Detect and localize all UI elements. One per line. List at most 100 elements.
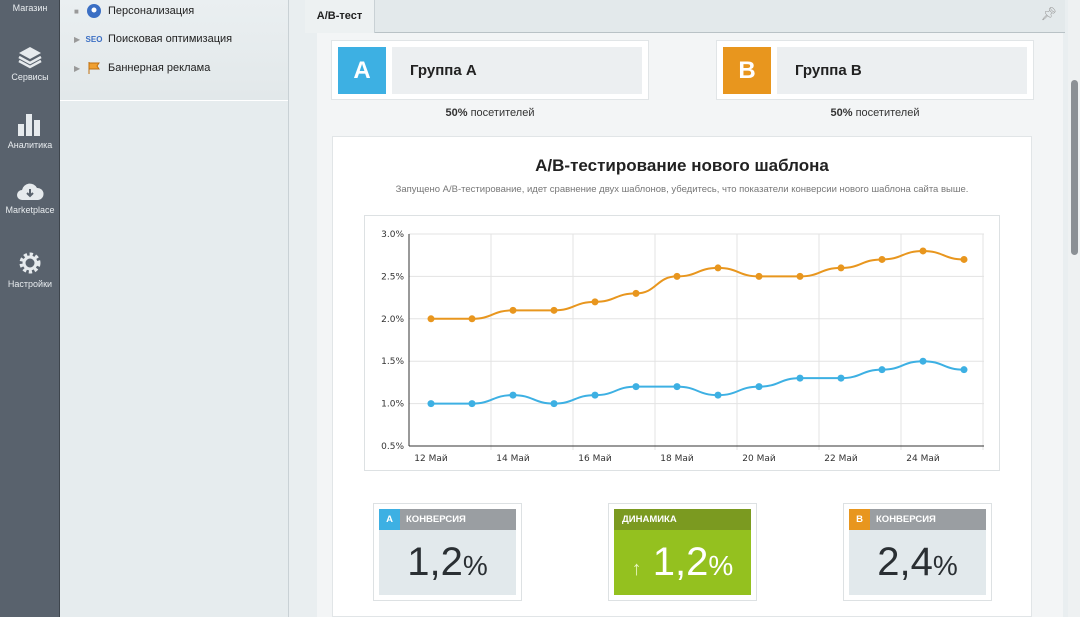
value-unit: % xyxy=(932,550,958,581)
card-title: ДИНАМИКА xyxy=(622,514,677,525)
data-point-A xyxy=(837,374,845,382)
value-unit: % xyxy=(462,550,488,581)
cloud-download-icon xyxy=(17,183,44,200)
nav-store[interactable]: Магазин xyxy=(0,3,60,13)
data-point-B xyxy=(427,315,435,323)
x-tick-label: 12 Май xyxy=(414,454,448,464)
data-point-A xyxy=(796,374,804,382)
chart-subtitle: Запущено А/В-тестирование, идет сравнени… xyxy=(395,184,969,195)
x-tick-label: 14 Май xyxy=(496,454,530,464)
menu-label: Поисковая оптимизация xyxy=(108,33,233,45)
card-title: КОНВЕРСИЯ xyxy=(876,514,936,525)
data-point-B xyxy=(878,255,886,263)
line-chart: 0.5% 1.0% 1.5% 2.0% 2.5% 3.0% 12 Май 14 Май 16 М… xyxy=(381,230,984,464)
analytics-label: Аналитика xyxy=(7,140,53,150)
share-value: 50% xyxy=(445,107,468,119)
data-point-A xyxy=(878,366,886,374)
seo-icon: SEO xyxy=(85,34,103,44)
data-point-A xyxy=(591,391,599,399)
arrow-up-icon: ↑ xyxy=(631,558,642,580)
data-point-B xyxy=(755,272,763,280)
x-tick-label: 18 Май xyxy=(660,454,694,464)
store-label: Магазин xyxy=(12,3,48,13)
menu-label: Баннерная реклама xyxy=(108,62,211,74)
group-b-badge: B xyxy=(723,47,771,94)
data-point-A xyxy=(673,383,681,391)
data-point-A xyxy=(714,391,722,399)
group-a-share: 50% посетителей xyxy=(331,107,649,119)
y-tick-label: 1.5% xyxy=(381,357,404,367)
tab-ab-test[interactable]: А/В-тест xyxy=(305,0,375,33)
y-tick-label: 2.5% xyxy=(381,272,404,282)
data-point-A xyxy=(919,357,927,365)
data-point-A xyxy=(427,400,435,408)
x-tick-label: 16 Май xyxy=(578,454,612,464)
value-number: 1,2 xyxy=(652,540,709,584)
share-text: посетителей xyxy=(852,107,920,119)
chart-box: 0.5% 1.0% 1.5% 2.0% 2.5% 3.0% 12 Май 14 Май 16 М… xyxy=(364,215,1000,471)
nav-services[interactable]: Сервисы xyxy=(0,45,60,82)
data-point-A xyxy=(468,400,476,408)
menu-item-personalization[interactable]: ■ Персонализация xyxy=(74,2,194,20)
gear-icon xyxy=(19,252,41,274)
expand-arrow-icon[interactable]: ▶ xyxy=(74,64,86,73)
card-header: B КОНВЕРСИЯ xyxy=(849,509,986,530)
bar-chart-icon xyxy=(18,114,40,136)
menu-item-banner-ads[interactable]: ▶ Баннерная реклама xyxy=(74,59,210,77)
group-a-card: A Группа А xyxy=(331,40,649,100)
expand-arrow-icon[interactable]: ▶ xyxy=(74,35,86,44)
card-badge: B xyxy=(849,509,870,530)
data-point-B xyxy=(796,272,804,280)
layers-icon xyxy=(18,47,42,69)
value-number: 2,4 xyxy=(877,540,933,584)
nav-settings[interactable]: Настройки xyxy=(0,250,60,289)
card-value: 2,4% xyxy=(849,530,986,595)
share-text: посетителей xyxy=(467,107,535,119)
data-point-B xyxy=(632,289,640,297)
marketplace-label: Marketplace xyxy=(5,205,55,215)
pin-icon[interactable]: 📌︎ xyxy=(1040,6,1057,22)
card-value: 1,2% xyxy=(379,530,516,595)
y-tick-label: 1.0% xyxy=(381,400,404,410)
card-badge: A xyxy=(379,509,400,530)
settings-label: Настройки xyxy=(7,279,53,289)
data-point-B xyxy=(509,306,517,314)
y-tick-label: 3.0% xyxy=(381,230,404,240)
data-point-A xyxy=(960,366,968,374)
group-a-label: Группа А xyxy=(392,47,642,94)
data-point-A xyxy=(509,391,517,399)
bullet-icon: ■ xyxy=(74,6,79,16)
section-menu: ■ Персонализация ▶ SEO Поисковая оптимизаци… xyxy=(60,0,289,617)
data-point-B xyxy=(673,272,681,280)
y-tick-label: 2.0% xyxy=(381,315,404,325)
x-tick-label: 22 Май xyxy=(824,454,858,464)
nav-marketplace[interactable]: Marketplace xyxy=(0,182,60,215)
scrollbar-thumb[interactable] xyxy=(1071,80,1078,255)
card-value: ↑ 1,2% xyxy=(614,530,751,595)
card-header: ДИНАМИКА xyxy=(614,509,751,530)
person-icon xyxy=(86,4,102,18)
data-point-B xyxy=(468,315,476,323)
data-point-B xyxy=(837,264,845,272)
value-number: 1,2 xyxy=(407,540,463,584)
data-point-B xyxy=(960,255,968,263)
data-point-B xyxy=(591,298,599,306)
chart-title: А/В-тестирование нового шаблона xyxy=(535,156,829,175)
data-point-A xyxy=(550,400,558,408)
nav-analytics[interactable]: Аналитика xyxy=(0,112,60,150)
group-b-card: B Группа В xyxy=(716,40,1034,100)
y-tick-label: 0.5% xyxy=(381,442,404,452)
menu-label: Персонализация xyxy=(108,5,195,17)
card-dynamics: ДИНАМИКА ↑ 1,2% xyxy=(608,503,757,601)
menu-item-seo[interactable]: ▶ SEO Поисковая оптимизация xyxy=(74,30,232,48)
left-navigation: Магазин Сервисы Аналитика Marketplace На… xyxy=(0,0,60,617)
data-point-B xyxy=(919,247,927,255)
group-b-share: 50% посетителей xyxy=(716,107,1034,119)
card-title: КОНВЕРСИЯ xyxy=(406,514,466,525)
services-label: Сервисы xyxy=(11,72,49,82)
group-b-label: Группа В xyxy=(777,47,1027,94)
value-unit: % xyxy=(708,550,734,581)
share-value: 50% xyxy=(830,107,853,119)
data-point-A xyxy=(755,383,763,391)
flag-icon xyxy=(86,61,102,75)
